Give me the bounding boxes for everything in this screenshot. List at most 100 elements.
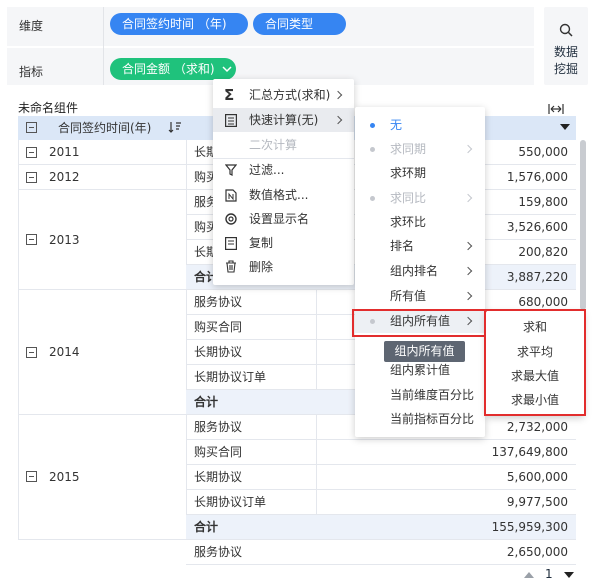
chevron-right-icon: [463, 144, 473, 154]
tooltip-text: 组内所有值: [394, 344, 455, 358]
chevron-right-icon: [463, 266, 473, 276]
tooltip: 组内所有值: [384, 341, 465, 362]
trash-icon: [226, 260, 236, 273]
menu-item-label: 数值格式...: [249, 188, 309, 202]
quick-calc-option[interactable]: 排名: [355, 234, 485, 258]
filter-icon: [225, 164, 237, 176]
menu-item-aggregate[interactable]: Σ 汇总方式(求和): [213, 83, 354, 107]
menu-item-quick-calc[interactable]: 快速计算(无): [213, 108, 354, 132]
amount-cell: 137,649,800: [491, 445, 568, 459]
aggregate-option[interactable]: 求平均: [486, 340, 584, 364]
collapse-year-icon[interactable]: [26, 172, 37, 183]
quick-calc-option[interactable]: 求环期: [355, 161, 485, 185]
metric-label: 指标: [19, 65, 44, 79]
header-year: 合同签约时间(年): [58, 121, 152, 135]
quick-calc-label: 求同期: [390, 142, 427, 156]
quick-calc-option[interactable]: 当前指标百分比: [355, 407, 485, 431]
radio-dot-icon: [370, 123, 375, 128]
collapse-year-icon[interactable]: [26, 347, 37, 358]
quick-calc-submenu: 无求同期 求环期 求同比 求环比 排名 组内排名 所有值 组内所有值 组内累计值 当前维度百分比当…: [355, 107, 485, 437]
quick-calc-option[interactable]: 所有值: [355, 284, 485, 308]
contract-type-cell: 长期协议: [194, 470, 243, 484]
component-title: 未命名组件: [18, 101, 79, 115]
row-line: [186, 564, 576, 565]
page-up-icon[interactable]: [524, 571, 534, 579]
menu-item-label: 过滤...: [249, 163, 285, 177]
dimension-pill-type[interactable]: 合同类型: [253, 13, 346, 35]
contract-type-cell: 长期协议订单: [194, 495, 267, 509]
vertical-scrollbar[interactable]: [580, 140, 586, 310]
collapse-year-icon[interactable]: [26, 147, 37, 158]
config-label-divider: [103, 7, 104, 85]
menu-item-delete[interactable]: 删除: [213, 255, 354, 279]
quick-calc-label: 无: [390, 118, 403, 132]
calculator-icon: [225, 114, 237, 127]
year-cell: 2015: [49, 470, 80, 484]
fit-width-icon[interactable]: [548, 103, 564, 115]
quick-calc-label: 求同比: [390, 191, 427, 205]
year-cell: 2012: [49, 170, 80, 184]
menu-item-label: 删除: [249, 260, 274, 274]
page-down-icon[interactable]: [564, 571, 574, 579]
collapse-all-icon[interactable]: [26, 122, 37, 133]
table-col-line: [186, 140, 187, 540]
menu-item-label: 快速计算(无): [249, 113, 319, 127]
menu-item-filter[interactable]: 过滤...: [213, 158, 354, 182]
total-label-cell: 合计: [194, 395, 219, 409]
screen: 维度 合同签约时间 （年) 合同类型 指标 合同金额 （求和) 数据 挖掘 未命…: [0, 0, 598, 587]
copy-icon: [225, 237, 237, 250]
year-cell: 2011: [49, 145, 80, 159]
chevron-right-icon: [463, 241, 473, 251]
contract-type-cell: 购买合同: [194, 320, 243, 334]
quick-calc-option: 求同期: [355, 137, 485, 161]
data-mining-button[interactable]: 数据 挖掘: [544, 7, 588, 85]
amount-cell: 155,959,300: [491, 520, 568, 534]
year-cell: 2014: [49, 345, 80, 359]
sort-icon[interactable]: [168, 121, 182, 133]
amount-cell: 5,600,000: [506, 470, 568, 484]
collapse-year-icon[interactable]: [26, 234, 37, 245]
quick-calc-option[interactable]: 当前维度百分比: [355, 383, 485, 407]
dimension-pill-date[interactable]: 合同签约时间 （年): [110, 13, 248, 35]
metric-pill-amount[interactable]: 合同金额 （求和): [110, 58, 236, 80]
data-mining-label-1: 数据: [553, 45, 578, 59]
mining-icon: [559, 23, 573, 37]
quick-calc-label: 求环比: [390, 215, 427, 229]
quick-calc-option[interactable]: 无: [355, 113, 485, 137]
metric-pill-label: 合同金额 （求和): [122, 62, 215, 76]
aggregate-option[interactable]: 求最小值: [486, 388, 584, 412]
sigma-icon: Σ: [224, 86, 235, 104]
contract-type-cell: 长期协议订单: [194, 370, 267, 384]
contract-type-cell: 服务协议: [194, 545, 243, 559]
total-label-cell: 合计: [194, 520, 219, 534]
aggregate-option[interactable]: 求最大值: [486, 364, 584, 388]
menu-item-label: 汇总方式(求和): [249, 88, 331, 102]
quick-calc-option[interactable]: 求环比: [355, 210, 485, 234]
dimension-label: 维度: [19, 19, 44, 33]
chevron-down-icon: [222, 66, 232, 73]
amount-cell: 9,977,500: [506, 495, 568, 509]
amount-cell: 2,650,000: [506, 545, 568, 559]
menu-item-copy[interactable]: 复制: [213, 231, 354, 255]
quick-calc-option[interactable]: 组内排名: [355, 259, 485, 283]
page-number: 1: [545, 567, 553, 581]
contract-type-cell: 服务协议: [194, 295, 243, 309]
field-context-menu: Σ 汇总方式(求和) 快速计算(无) 二次计算 过滤... 数值格式... 设置…: [213, 79, 354, 285]
quick-calc-label: 当前维度百分比: [390, 388, 475, 402]
year-cell: 2013: [49, 233, 80, 247]
contract-type-cell: 购买合同: [194, 445, 243, 459]
quick-calc-label: 所有值: [390, 289, 427, 303]
quick-calc-label: 求环期: [390, 166, 427, 180]
radio-dot-icon: [370, 147, 375, 152]
menu-item-display-name[interactable]: 设置显示名: [213, 207, 354, 231]
quick-calc-option: 求同比: [355, 186, 485, 210]
highlight-group-all-values: [352, 309, 487, 337]
table-col-line: [18, 140, 19, 540]
chevron-right-icon: [463, 291, 473, 301]
header-dropdown-icon[interactable]: [560, 124, 570, 132]
collapse-year-icon[interactable]: [26, 471, 37, 482]
chevron-right-icon: [463, 193, 473, 203]
quick-calc-label: 当前指标百分比: [390, 412, 475, 426]
menu-item-number-format[interactable]: 数值格式...: [213, 183, 354, 207]
aggregate-option[interactable]: 求和: [486, 315, 584, 339]
